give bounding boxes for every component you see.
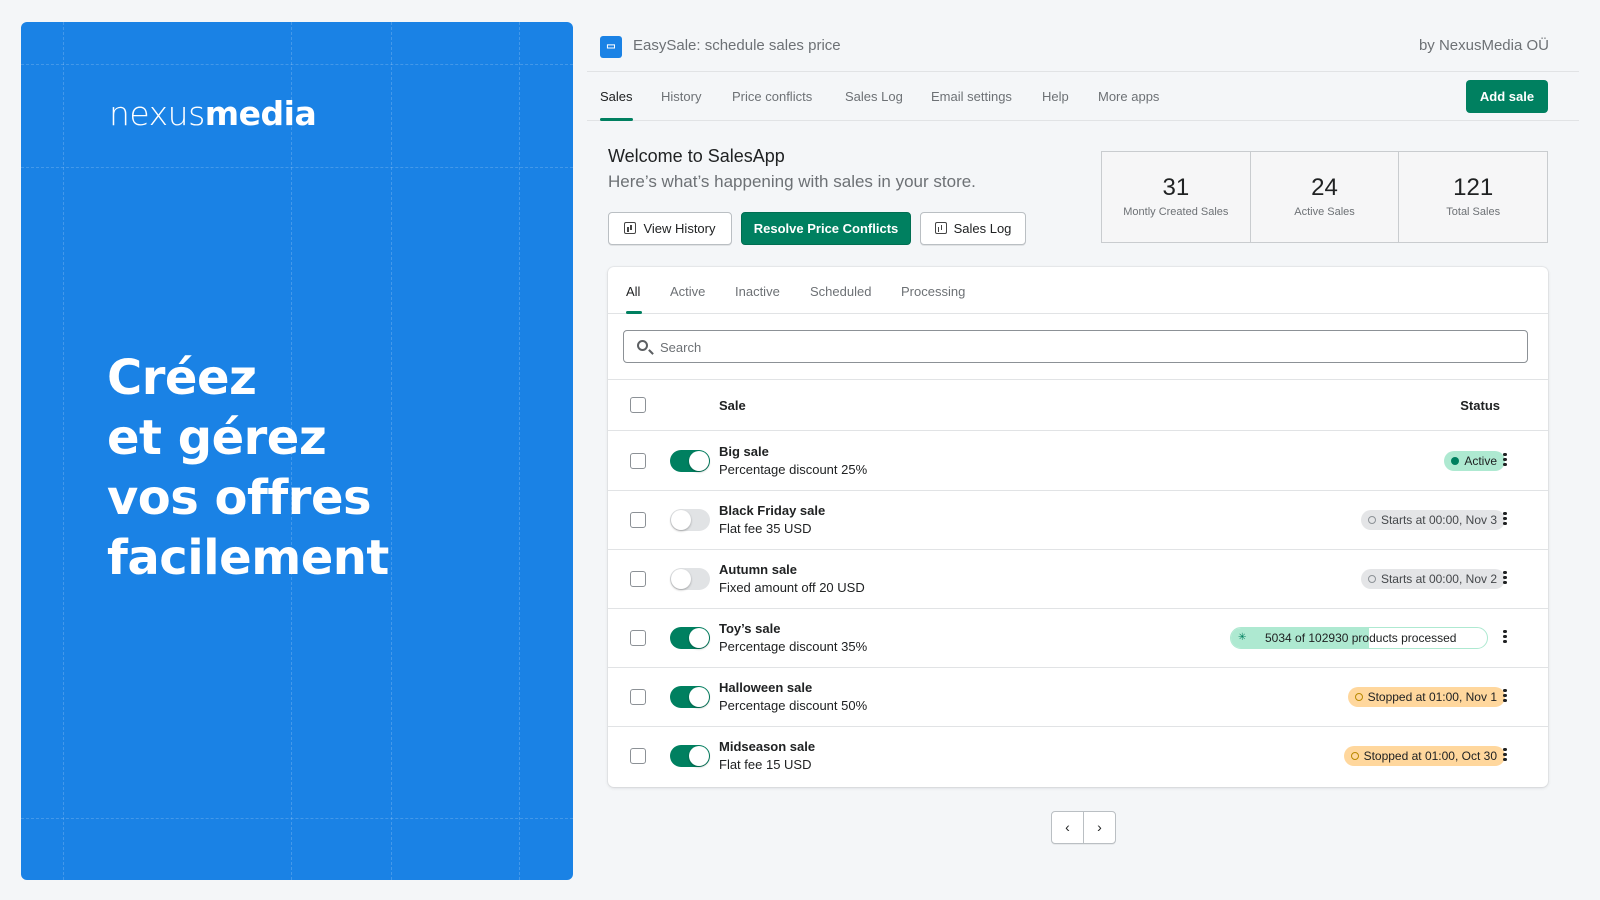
table-row[interactable]: Midseason sale Flat fee 15 USD Stopped at …: [608, 726, 1548, 786]
filter-tabs: All Active Inactive Scheduled Processing: [608, 267, 1548, 314]
sale-toggle[interactable]: [670, 627, 710, 649]
welcome-subtitle: Here’s what’s happening with sales in yo…: [608, 172, 976, 191]
headline-line: Créez: [107, 350, 257, 406]
filter-tab-processing[interactable]: Processing: [901, 284, 965, 299]
select-all-checkbox[interactable]: [630, 397, 646, 413]
promo-headline: Créez et gérez vos offres facilement: [107, 348, 389, 588]
column-status: Status: [1460, 398, 1500, 413]
sale-name: Autumn sale: [719, 562, 798, 577]
view-history-button[interactable]: View History: [608, 212, 732, 245]
table-header: Sale Status: [608, 380, 1548, 431]
sales-card: All Active Inactive Scheduled Processing…: [608, 267, 1548, 787]
chart-icon: [934, 222, 947, 234]
search-input[interactable]: Search: [623, 330, 1528, 363]
app-title: EasySale: schedule sales price: [633, 37, 841, 54]
row-checkbox[interactable]: [630, 571, 646, 587]
sale-description: Percentage discount 35%: [719, 639, 868, 654]
sale-description: Percentage discount 25%: [719, 462, 868, 477]
resolve-price-conflicts-button[interactable]: Resolve Price Conflicts: [741, 212, 911, 245]
row-checkbox[interactable]: [630, 512, 646, 528]
nexusmedia-logo: nexusmedia: [109, 94, 317, 133]
stats-panel: 31 Montly Created Sales 24 Active Sales …: [1101, 151, 1548, 243]
welcome-title: Welcome to SalesApp: [608, 146, 785, 166]
chart-icon: [624, 222, 637, 234]
filter-tab-all[interactable]: All: [626, 284, 640, 299]
column-sale: Sale: [719, 398, 746, 413]
status-dot-icon: [1367, 516, 1376, 524]
sale-name: Big sale: [719, 444, 769, 459]
sale-toggle[interactable]: [670, 568, 710, 590]
status-badge: Active: [1444, 451, 1505, 471]
promo-panel: nexusmedia Créez et gérez vos offres fac…: [21, 22, 573, 880]
headline-line: vos offres: [107, 470, 372, 526]
row-checkbox[interactable]: [630, 748, 646, 764]
status-badge: Starts at 00:00, Nov 2: [1360, 569, 1505, 589]
sale-description: Percentage discount 50%: [719, 698, 868, 713]
tab-price-conflicts[interactable]: Price conflicts: [732, 89, 812, 104]
tab-history[interactable]: History: [661, 89, 701, 104]
sale-name: Midseason sale: [719, 739, 816, 754]
table-row[interactable]: Black Friday sale Flat fee 35 USD Starts a…: [608, 490, 1548, 550]
sale-description: Flat fee 35 USD: [719, 521, 812, 536]
status-text: 5034 of 102930 products processed: [1265, 631, 1457, 645]
more-actions-icon[interactable]: [1502, 510, 1508, 530]
row-checkbox[interactable]: [630, 630, 646, 646]
processing-progress: ✳ 5034 of 102930 products processed: [1230, 627, 1488, 649]
spinner-icon: ✳: [1238, 632, 1247, 643]
previous-page-button[interactable]: ‹: [1052, 812, 1084, 843]
table-row[interactable]: Halloween sale Percentage discount 50% Sto…: [608, 667, 1548, 727]
filter-tab-active[interactable]: Active: [670, 284, 705, 299]
active-tab-indicator: [600, 118, 633, 121]
filter-tab-inactive[interactable]: Inactive: [735, 284, 780, 299]
row-checkbox[interactable]: [630, 453, 646, 469]
more-actions-icon[interactable]: [1502, 628, 1508, 648]
search-bar: Search: [608, 314, 1548, 380]
more-actions-icon[interactable]: [1502, 569, 1508, 589]
sale-description: Fixed amount off 20 USD: [719, 580, 865, 595]
table-row[interactable]: Toy’s sale Percentage discount 35% ✳ 5034 o…: [608, 608, 1548, 668]
filter-tab-scheduled[interactable]: Scheduled: [810, 284, 871, 299]
headline-line: et gérez: [107, 410, 327, 466]
sale-name: Black Friday sale: [719, 503, 826, 518]
status-badge: Starts at 00:00, Nov 3: [1360, 510, 1505, 530]
tab-email-settings[interactable]: Email settings: [931, 89, 1012, 104]
more-actions-icon[interactable]: [1502, 746, 1508, 766]
pagination: ‹ ›: [1051, 811, 1116, 844]
sale-toggle[interactable]: [670, 509, 710, 531]
ticket-icon: ▭: [600, 36, 622, 58]
sale-toggle[interactable]: [670, 450, 710, 472]
status-badge: Stopped at 01:00, Nov 1: [1347, 687, 1505, 707]
status-dot-icon: [1451, 457, 1460, 465]
search-placeholder: Search: [660, 340, 702, 355]
sale-toggle[interactable]: [670, 686, 710, 708]
sales-log-button[interactable]: Sales Log: [920, 212, 1026, 245]
headline-line: facilement: [107, 530, 389, 586]
status-dot-icon: [1354, 693, 1363, 701]
sale-name: Halloween sale: [719, 680, 813, 695]
table-row[interactable]: Autumn sale Fixed amount off 20 USD Starts…: [608, 549, 1548, 609]
table-row[interactable]: Big sale Percentage discount 25% Active: [608, 431, 1548, 491]
app-header: ▭ EasySale: schedule sales price by Nexu…: [587, 22, 1579, 72]
status-dot-icon: [1367, 575, 1376, 583]
sale-toggle[interactable]: [670, 745, 710, 767]
status-badge: Stopped at 01:00, Oct 30: [1343, 746, 1505, 766]
row-checkbox[interactable]: [630, 689, 646, 705]
app-publisher: by NexusMedia OÜ: [1418, 37, 1549, 54]
stat-monthly-created: 31 Montly Created Sales: [1102, 152, 1251, 242]
sale-name: Toy’s sale: [719, 621, 781, 636]
stat-active-sales: 24 Active Sales: [1251, 152, 1400, 242]
tab-sales[interactable]: Sales: [600, 89, 633, 104]
main-nav: Sales History Price conflicts Sales Log …: [587, 72, 1579, 121]
sale-description: Flat fee 15 USD: [719, 757, 812, 772]
more-actions-icon[interactable]: [1502, 687, 1508, 707]
tab-more-apps[interactable]: More apps: [1098, 89, 1159, 104]
search-icon: [637, 340, 648, 351]
tab-help[interactable]: Help: [1042, 89, 1069, 104]
status-dot-icon: [1350, 752, 1359, 760]
tab-sales-log[interactable]: Sales Log: [845, 89, 903, 104]
stat-total-sales: 121 Total Sales: [1446, 174, 1501, 218]
add-sale-button[interactable]: Add sale: [1466, 80, 1548, 113]
more-actions-icon[interactable]: [1502, 451, 1508, 471]
next-page-button[interactable]: ›: [1084, 812, 1115, 843]
